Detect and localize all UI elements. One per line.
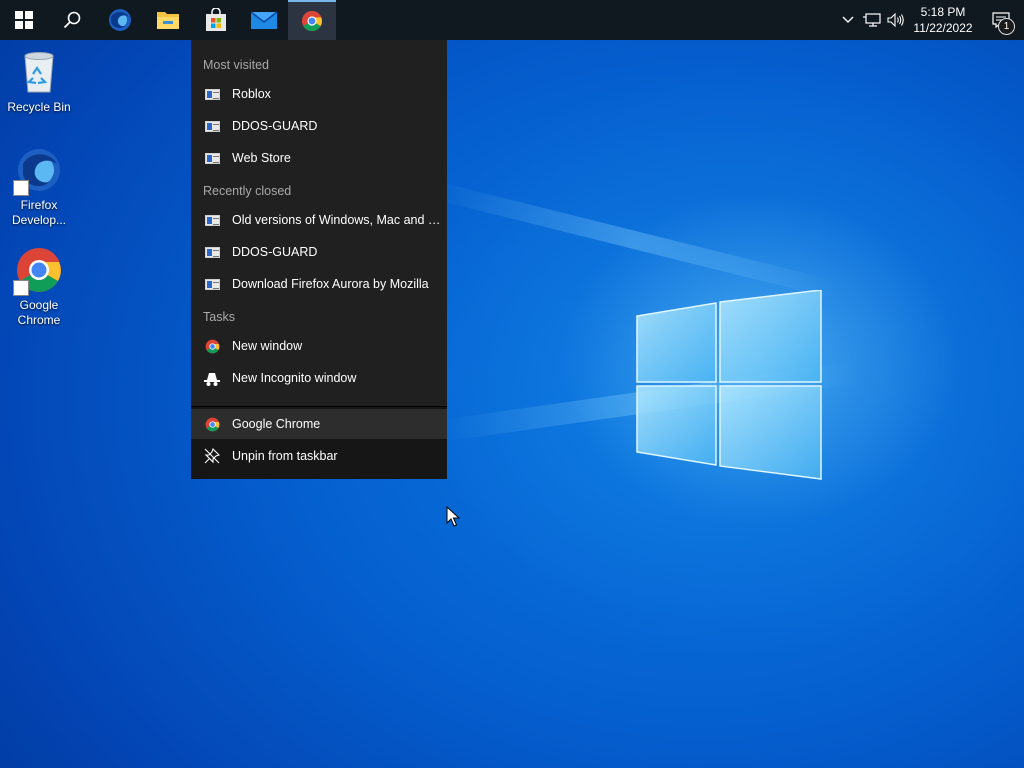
notification-count-badge: 1 bbox=[998, 18, 1015, 35]
unpin-icon bbox=[204, 448, 220, 464]
search-button[interactable] bbox=[48, 0, 96, 40]
firefox-developer-icon bbox=[109, 9, 131, 31]
jumplist-footer: Google Chrome Unpin from taskbar bbox=[191, 406, 447, 479]
jumplist-item-label: Download Firefox Aurora by Mozilla bbox=[232, 277, 429, 291]
network-icon bbox=[863, 13, 881, 27]
desktop-icon-label: Recycle Bin bbox=[7, 100, 71, 114]
jumplist-item[interactable]: Download Firefox Aurora by Mozilla bbox=[191, 268, 447, 300]
recycle-bin-icon bbox=[15, 48, 63, 96]
desktop-icon-google-chrome[interactable]: Google Chrome bbox=[1, 246, 77, 328]
taskbar-clock[interactable]: 5:18 PM 11/22/2022 bbox=[908, 4, 978, 36]
action-center-button[interactable]: 1 bbox=[978, 0, 1024, 40]
show-hidden-icons-button[interactable] bbox=[836, 0, 860, 40]
desktop-icon-firefox-developer[interactable]: Firefox Develop... bbox=[1, 146, 77, 228]
incognito-icon bbox=[204, 370, 220, 386]
chrome-icon bbox=[301, 10, 323, 32]
volume-button[interactable] bbox=[884, 0, 908, 40]
jumplist-item[interactable]: DDOS-GUARD bbox=[191, 110, 447, 142]
file-explorer-icon bbox=[157, 12, 179, 29]
jumplist-item[interactable]: Old versions of Windows, Mac and Lin... bbox=[191, 204, 447, 236]
jumplist-header-recently-closed: Recently closed bbox=[203, 184, 292, 198]
webpage-icon bbox=[204, 244, 220, 260]
jumplist-item-label: DDOS-GUARD bbox=[232, 119, 318, 133]
jumplist-item-label: Google Chrome bbox=[232, 417, 321, 431]
chrome-icon bbox=[204, 338, 220, 354]
desktop-background bbox=[0, 0, 1024, 768]
shortcut-arrow-icon bbox=[13, 180, 29, 196]
light-beam bbox=[427, 180, 840, 300]
jumplist-item[interactable]: Roblox bbox=[191, 78, 447, 110]
start-button[interactable] bbox=[0, 0, 48, 40]
taskbar-mail-button[interactable] bbox=[240, 0, 288, 40]
taskbar-firefox-button[interactable] bbox=[96, 0, 144, 40]
firefox-developer-icon bbox=[13, 146, 63, 196]
jumplist-item-label: New Incognito window bbox=[232, 371, 357, 385]
webpage-icon bbox=[204, 212, 220, 228]
chrome-icon bbox=[204, 416, 220, 432]
jumplist-item[interactable]: Web Store bbox=[191, 142, 447, 174]
clock-date: 11/22/2022 bbox=[913, 21, 973, 35]
mouse-cursor-icon bbox=[446, 506, 460, 527]
taskbar: 5:18 PM 11/22/2022 1 bbox=[0, 0, 1024, 40]
taskbar-chrome-button[interactable] bbox=[288, 0, 336, 40]
webpage-icon bbox=[204, 276, 220, 292]
jumplist-header-tasks: Tasks bbox=[203, 310, 235, 324]
taskbar-file-explorer-button[interactable] bbox=[144, 0, 192, 40]
chrome-jump-list: Most visited Roblox DDOS-GUARD Web Store… bbox=[191, 40, 447, 479]
desktop-icon-label: Google Chrome bbox=[17, 298, 61, 327]
speaker-icon bbox=[887, 13, 904, 27]
jumplist-task-new-window[interactable]: New window bbox=[191, 330, 447, 362]
jumplist-item-label: DDOS-GUARD bbox=[232, 245, 318, 259]
windows-logo-wallpaper bbox=[636, 290, 822, 480]
jumplist-item-label: Unpin from taskbar bbox=[232, 449, 338, 463]
mail-icon bbox=[251, 11, 277, 29]
chevron-up-icon bbox=[842, 16, 854, 23]
shortcut-arrow-icon bbox=[13, 280, 29, 296]
desktop-icon-recycle-bin[interactable]: Recycle Bin bbox=[1, 48, 77, 115]
search-icon bbox=[63, 11, 81, 29]
clock-time: 5:18 PM bbox=[920, 5, 966, 19]
jumplist-open-google-chrome[interactable]: Google Chrome bbox=[191, 409, 447, 439]
webpage-icon bbox=[204, 86, 220, 102]
webpage-icon bbox=[204, 118, 220, 134]
jumplist-item-label: New window bbox=[232, 339, 303, 353]
chrome-icon bbox=[13, 246, 63, 296]
jumplist-item-label: Old versions of Windows, Mac and Lin... bbox=[232, 213, 444, 227]
jumplist-item-label: Web Store bbox=[232, 151, 291, 165]
network-button[interactable] bbox=[860, 0, 884, 40]
jumplist-unpin-from-taskbar[interactable]: Unpin from taskbar bbox=[191, 439, 447, 473]
webpage-icon bbox=[204, 150, 220, 166]
jumplist-task-new-incognito[interactable]: New Incognito window bbox=[191, 362, 447, 394]
microsoft-store-icon bbox=[206, 8, 226, 31]
taskbar-store-button[interactable] bbox=[192, 0, 240, 40]
jumplist-item[interactable]: DDOS-GUARD bbox=[191, 236, 447, 268]
system-tray: 5:18 PM 11/22/2022 1 bbox=[836, 0, 1024, 40]
jumplist-header-most-visited: Most visited bbox=[203, 58, 269, 72]
desktop-icon-label: Firefox Develop... bbox=[11, 198, 67, 227]
windows-start-icon bbox=[15, 11, 33, 29]
jumplist-item-label: Roblox bbox=[232, 87, 271, 101]
